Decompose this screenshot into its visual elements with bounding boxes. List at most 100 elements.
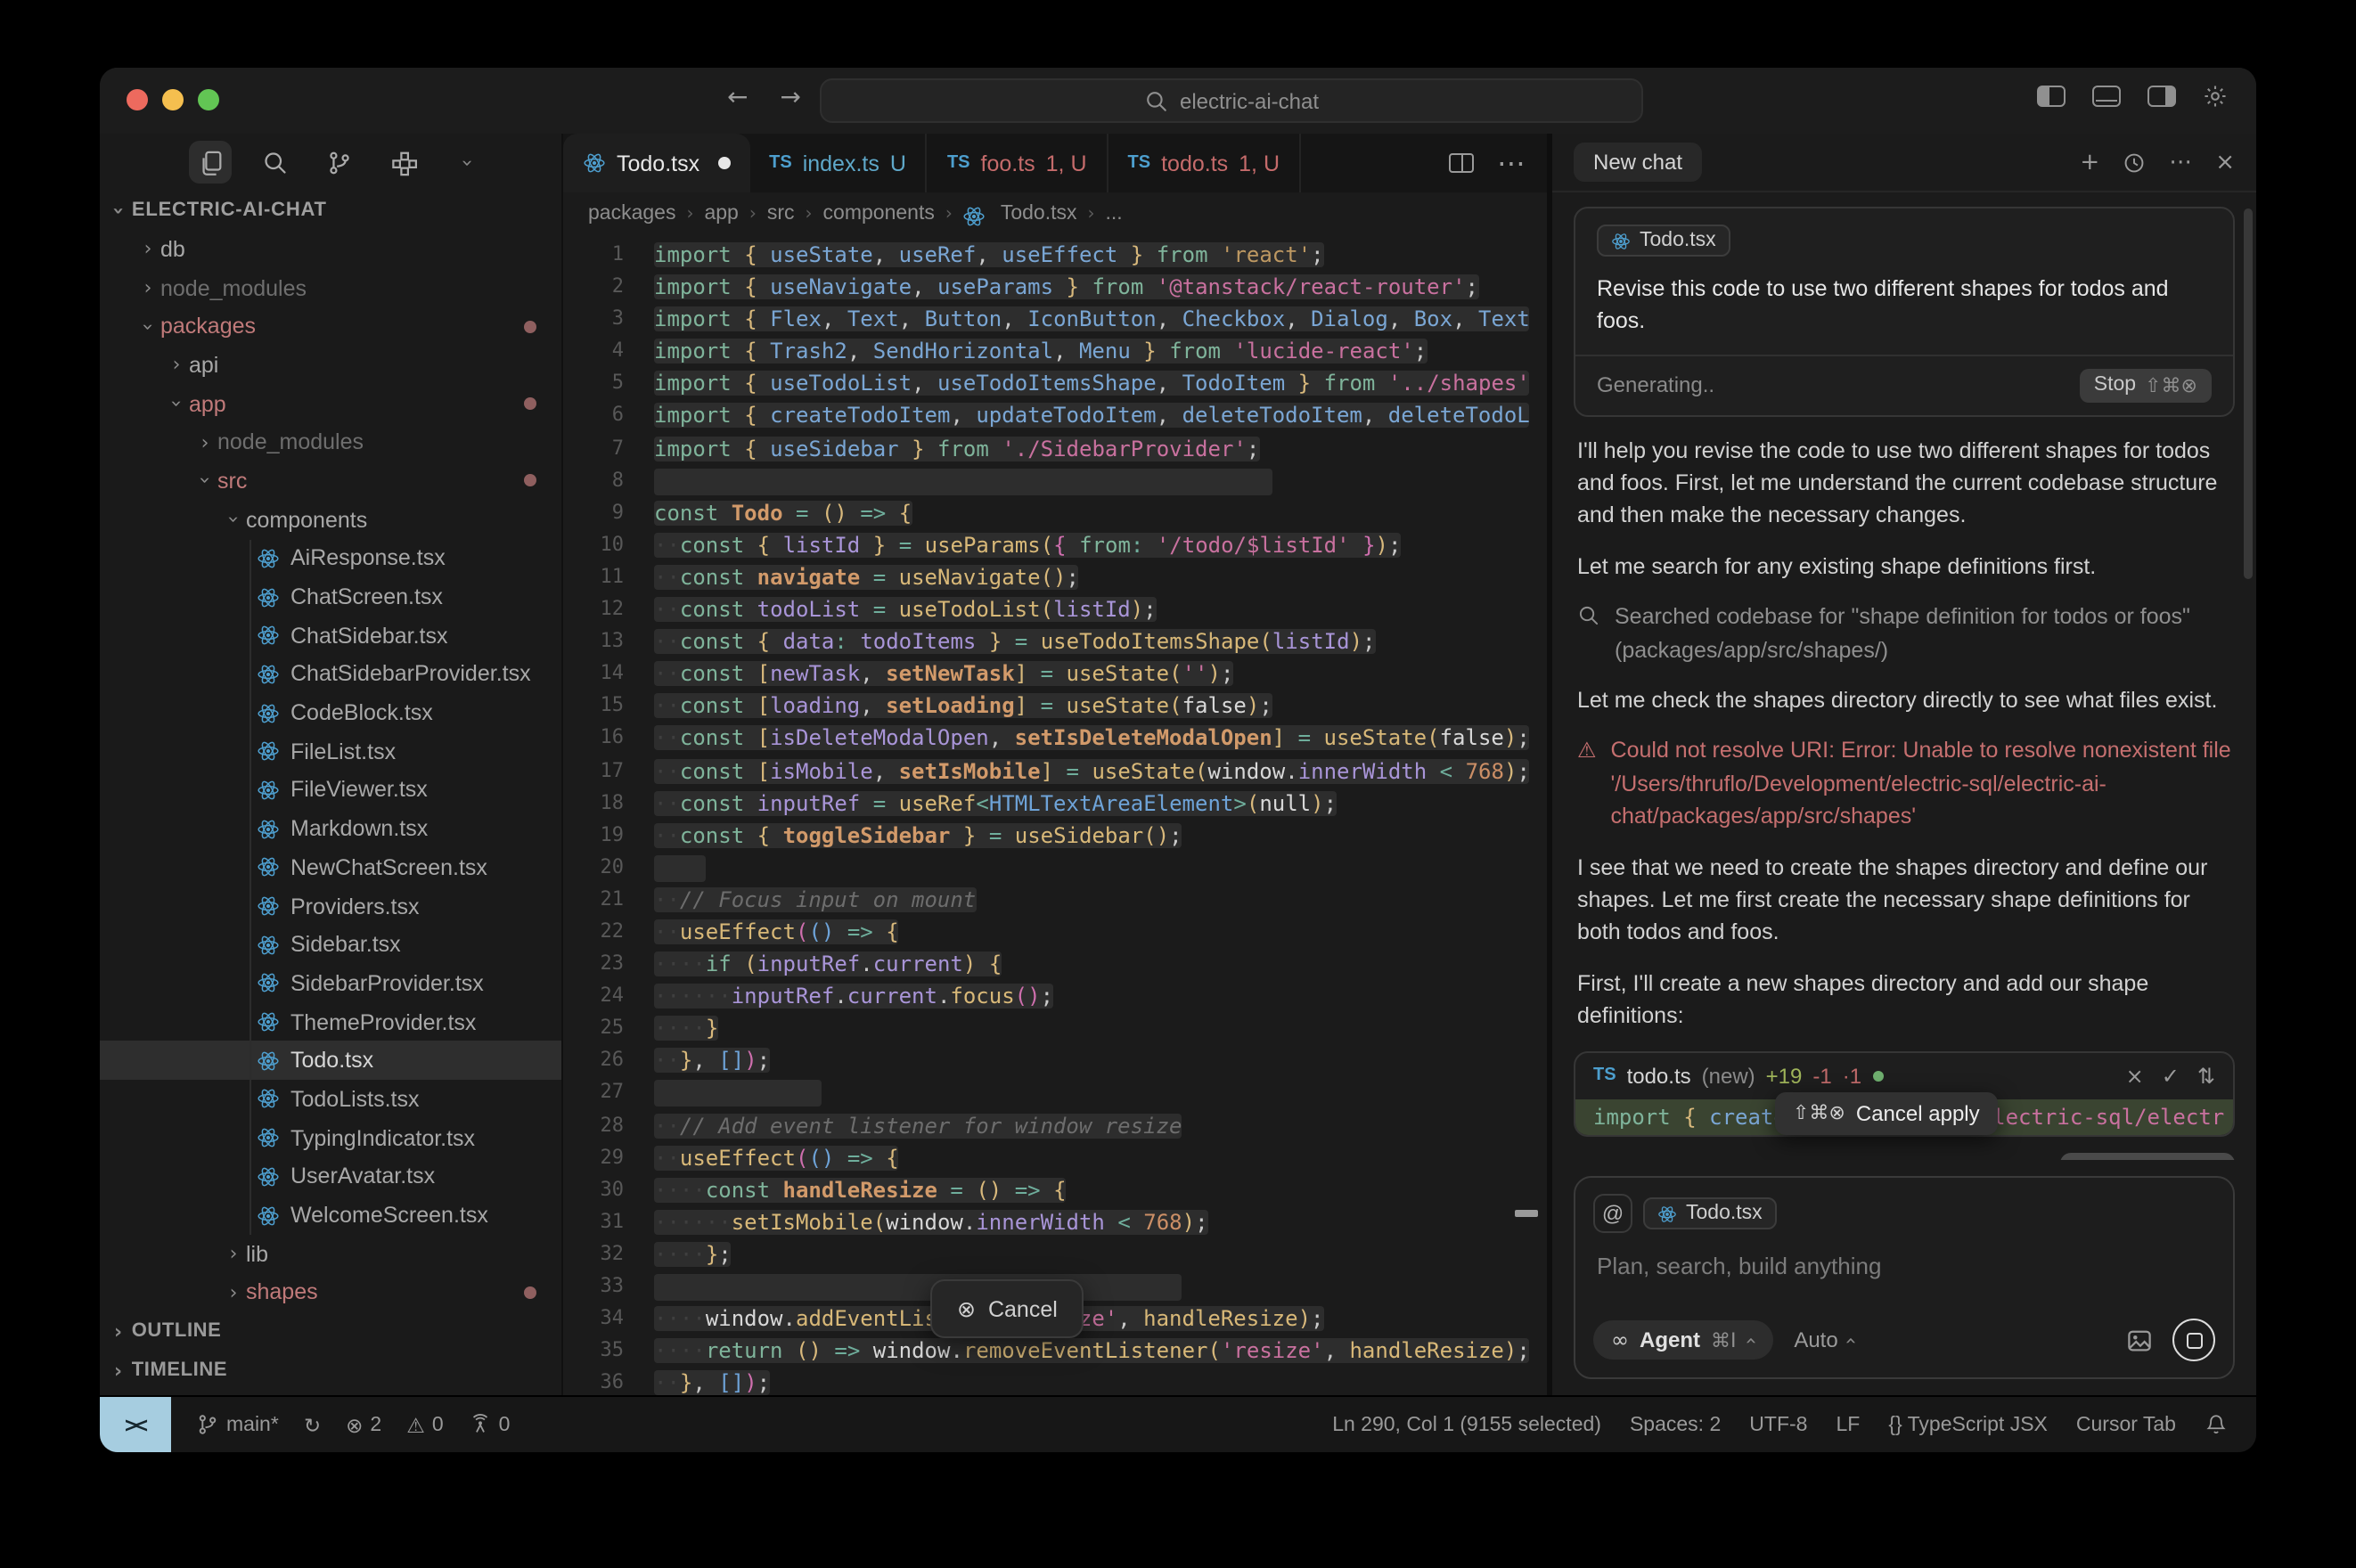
accept-all-button[interactable]: Accept all ⌘↵ bbox=[2060, 1152, 2236, 1160]
apply-stop-button[interactable]: Stop ⇧⌘⊗ bbox=[1940, 1159, 2047, 1160]
folder-item-app[interactable]: ›app bbox=[100, 385, 561, 423]
more-actions-icon[interactable]: ⋯ bbox=[1497, 146, 1526, 180]
status-item[interactable]: Spaces: 2 bbox=[1630, 1414, 1721, 1435]
status-item[interactable]: {} TypeScript JSX bbox=[1888, 1414, 2048, 1435]
file-item-Sidebar.tsx[interactable]: Sidebar.tsx bbox=[100, 926, 561, 964]
token: useRef bbox=[899, 242, 977, 267]
stop-button[interactable]: Stop ⇧⌘⊗ bbox=[2080, 368, 2212, 402]
outline-section[interactable]: › OUTLINE bbox=[100, 1312, 561, 1352]
file-item-FileList.tsx[interactable]: FileList.tsx bbox=[100, 732, 561, 771]
gear-icon[interactable] bbox=[2203, 84, 2228, 109]
add-context-button[interactable]: @ bbox=[1593, 1194, 1632, 1233]
accept-diff-icon[interactable]: ✓ bbox=[2162, 1063, 2180, 1088]
file-item-WelcomeScreen.tsx[interactable]: WelcomeScreen.tsx bbox=[100, 1196, 561, 1234]
split-editor-icon[interactable] bbox=[1449, 153, 1474, 173]
expand-diff-icon[interactable]: ⇅ bbox=[2197, 1063, 2215, 1088]
chat-tab[interactable]: New chat bbox=[1574, 143, 1702, 182]
file-item-AiResponse.tsx[interactable]: AiResponse.tsx bbox=[100, 539, 561, 577]
folder-item-packages[interactable]: ›packages bbox=[100, 307, 561, 346]
search-icon[interactable] bbox=[253, 141, 296, 184]
close-panel-icon[interactable]: × bbox=[2215, 149, 2235, 176]
forward-icon[interactable]: → bbox=[780, 84, 800, 112]
status-tower[interactable]: 0 bbox=[469, 1413, 511, 1436]
folder-item-node_modules[interactable]: ›node_modules bbox=[100, 423, 561, 461]
model-dropdown[interactable]: Auto › bbox=[1794, 1327, 1854, 1352]
breadcrumb-item-...[interactable]: ... bbox=[1106, 203, 1123, 225]
chat-input[interactable]: @ Todo.tsx Plan, search, build anything … bbox=[1574, 1176, 2235, 1379]
status-item[interactable]: UTF-8 bbox=[1749, 1414, 1807, 1435]
folder-item-shapes[interactable]: ›shapes bbox=[100, 1273, 561, 1311]
code-editor[interactable]: 1import { useState, useRef, useEffect } … bbox=[563, 235, 1547, 1395]
file-item-TodoLists.tsx[interactable]: TodoLists.tsx bbox=[100, 1080, 561, 1118]
file-item-UserAvatar.tsx[interactable]: UserAvatar.tsx bbox=[100, 1157, 561, 1196]
chat-scrollbar[interactable] bbox=[2244, 208, 2253, 579]
file-item-SidebarProvider.tsx[interactable]: SidebarProvider.tsx bbox=[100, 964, 561, 1002]
new-chat-icon[interactable]: + bbox=[2080, 149, 2099, 176]
maximize-window-button[interactable] bbox=[198, 89, 219, 110]
file-item-Markdown.tsx[interactable]: Markdown.tsx bbox=[100, 810, 561, 848]
status-err[interactable]: ⊗2 bbox=[346, 1412, 381, 1437]
status-branch[interactable]: main* bbox=[196, 1413, 279, 1436]
tool-call-row[interactable]: Searched codebase for "shape definition … bbox=[1577, 600, 2231, 666]
breadcrumb-item-app[interactable]: app bbox=[704, 203, 738, 225]
file-item-Providers.tsx[interactable]: Providers.tsx bbox=[100, 886, 561, 925]
files-icon[interactable] bbox=[189, 141, 232, 184]
file-item-Todo.tsx[interactable]: Todo.tsx bbox=[100, 1041, 561, 1080]
toggle-right-panel-icon[interactable] bbox=[2147, 86, 2176, 107]
breadcrumb-item-components[interactable]: components bbox=[823, 203, 935, 225]
extensions-icon[interactable] bbox=[381, 141, 424, 184]
agent-mode-dropdown[interactable]: ∞ Agent ⌘I › bbox=[1593, 1320, 1772, 1360]
toggle-left-panel-icon[interactable] bbox=[2037, 86, 2066, 107]
toggle-bottom-panel-icon[interactable] bbox=[2092, 86, 2121, 107]
reject-diff-icon[interactable]: × bbox=[2126, 1063, 2144, 1088]
status-bell[interactable] bbox=[2205, 1413, 2228, 1436]
tab-index.ts[interactable]: TSindex.tsU bbox=[749, 134, 928, 192]
folder-item-components[interactable]: ›components bbox=[100, 501, 561, 539]
history-icon[interactable] bbox=[2123, 151, 2146, 174]
file-item-TypingIndicator.tsx[interactable]: TypingIndicator.tsx bbox=[100, 1119, 561, 1157]
status-item[interactable]: Ln 290, Col 1 (9155 selected) bbox=[1332, 1414, 1601, 1435]
command-center-search[interactable]: electric-ai-chat bbox=[820, 78, 1643, 123]
chat-input-placeholder[interactable]: Plan, search, build anything bbox=[1597, 1253, 2212, 1279]
breadcrumb-item-src[interactable]: src bbox=[767, 203, 795, 225]
folder-item-db[interactable]: ›db bbox=[100, 230, 561, 268]
file-item-CodeBlock.tsx[interactable]: CodeBlock.tsx bbox=[100, 694, 561, 732]
timeline-section[interactable]: › TIMELINE bbox=[100, 1352, 561, 1391]
breadcrumb-item-Todo.tsx[interactable]: Todo.tsx bbox=[963, 203, 1077, 225]
breadcrumb-item-packages[interactable]: packages bbox=[588, 203, 675, 225]
token: { bbox=[1683, 1104, 1696, 1129]
file-item-ThemeProvider.tsx[interactable]: ThemeProvider.tsx bbox=[100, 1003, 561, 1041]
chat-more-icon[interactable]: ⋯ bbox=[2169, 149, 2192, 176]
file-item-NewChatScreen.tsx[interactable]: NewChatScreen.tsx bbox=[100, 848, 561, 886]
tab-foo.ts[interactable]: TSfoo.ts1, U bbox=[928, 134, 1108, 192]
file-item-FileViewer.tsx[interactable]: FileViewer.tsx bbox=[100, 771, 561, 809]
project-root-row[interactable]: › ELECTRIC-AI-CHAT bbox=[100, 191, 561, 230]
line-content: ····}; bbox=[654, 1238, 732, 1270]
back-icon[interactable]: ← bbox=[727, 84, 748, 112]
cancel-apply-tooltip[interactable]: ⇧⌘⊗ Cancel apply bbox=[1775, 1091, 1998, 1134]
folder-item-api[interactable]: ›api bbox=[100, 346, 561, 384]
image-icon[interactable] bbox=[2126, 1327, 2153, 1353]
status-item[interactable]: Cursor Tab bbox=[2076, 1414, 2176, 1435]
file-item-ChatSidebarProvider.tsx[interactable]: ChatSidebarProvider.tsx bbox=[100, 655, 561, 693]
stop-generation-button[interactable] bbox=[2172, 1319, 2215, 1361]
cancel-generation-button[interactable]: ⊗ Cancel bbox=[930, 1279, 1084, 1338]
tab-Todo.tsx[interactable]: Todo.tsx bbox=[563, 134, 749, 192]
folder-item-node_modules[interactable]: ›node_modules bbox=[100, 268, 561, 306]
file-chip[interactable]: Todo.tsx bbox=[1597, 225, 1730, 257]
status-item[interactable]: LF bbox=[1836, 1414, 1860, 1435]
tab-todo.ts[interactable]: TStodo.ts1, U bbox=[1108, 134, 1302, 192]
status-sync[interactable]: ↻ bbox=[304, 1412, 321, 1437]
chevron-down-icon[interactable]: › bbox=[446, 141, 488, 184]
file-item-ChatSidebar.tsx[interactable]: ChatSidebar.tsx bbox=[100, 617, 561, 655]
remote-indicator[interactable]: >< bbox=[100, 1396, 171, 1452]
status-warn[interactable]: ⚠0 bbox=[406, 1412, 443, 1437]
minimize-window-button[interactable] bbox=[162, 89, 184, 110]
context-file-chip[interactable]: Todo.tsx bbox=[1643, 1197, 1777, 1229]
folder-item-src[interactable]: ›src bbox=[100, 461, 561, 500]
file-item-ChatScreen.tsx[interactable]: ChatScreen.tsx bbox=[100, 577, 561, 616]
folder-item-lib[interactable]: ›lib bbox=[100, 1235, 561, 1273]
chat-messages[interactable]: Todo.tsx Revise this code to use two dif… bbox=[1552, 192, 2256, 1160]
branch-icon[interactable] bbox=[317, 141, 360, 184]
close-window-button[interactable] bbox=[127, 89, 148, 110]
